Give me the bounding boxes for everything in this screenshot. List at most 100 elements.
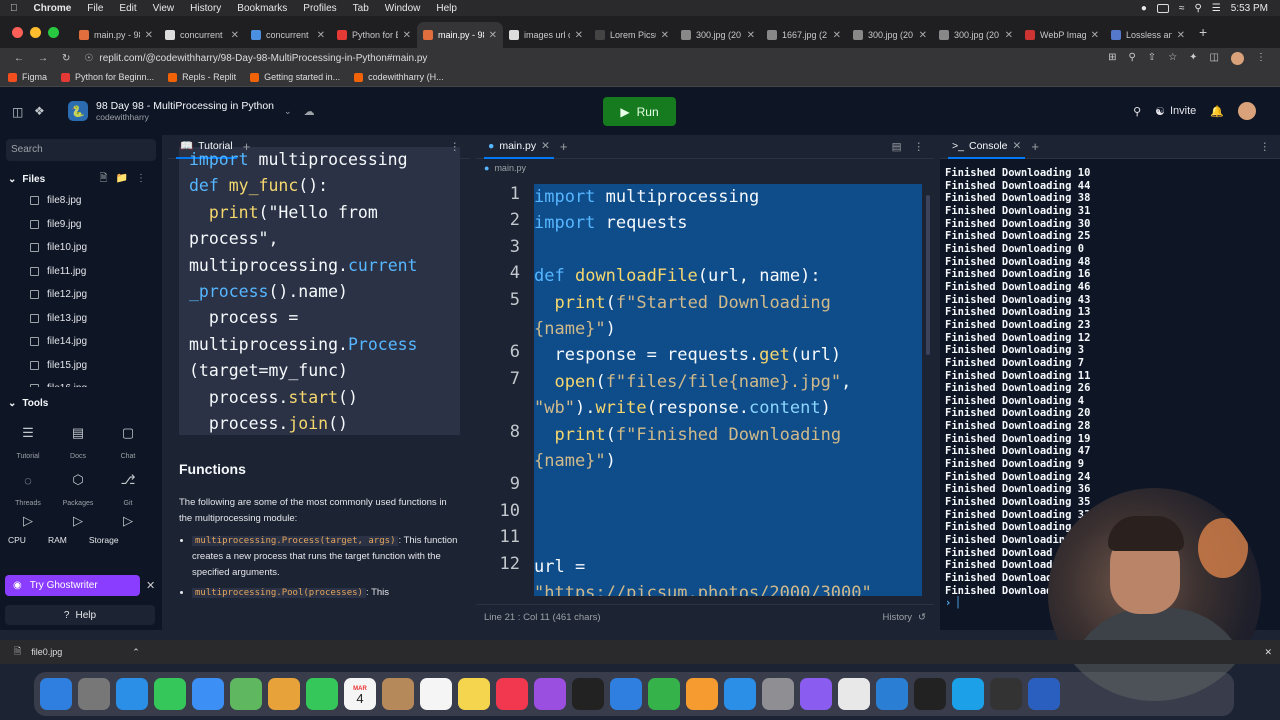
profile-avatar[interactable]	[1231, 51, 1244, 65]
reload-icon[interactable]: ↻	[62, 53, 70, 64]
close-icon[interactable]: ✕	[575, 30, 583, 41]
close-icon[interactable]: ✕	[919, 30, 927, 41]
menu-tab[interactable]: Tab	[353, 3, 369, 14]
install-icon[interactable]: ⊞	[1108, 52, 1116, 65]
menu-profiles[interactable]: Profiles	[303, 3, 336, 14]
bookmark-item[interactable]: Repls - Replit	[168, 72, 236, 82]
close-icon[interactable]: ✕	[747, 30, 755, 41]
back-icon[interactable]: ←	[14, 53, 24, 64]
pane-menu-icon[interactable]: ⋮	[1260, 141, 1271, 153]
run-tool[interactable]: ▷	[3, 513, 53, 529]
file-tree-item[interactable]: file13.jpg	[0, 307, 162, 331]
bookmark-star-icon[interactable]: ☆	[1168, 52, 1177, 65]
share-icon[interactable]: ⇧	[1148, 52, 1156, 65]
chrome-icon[interactable]	[838, 678, 870, 710]
run-button[interactable]: ▶ Run	[603, 97, 676, 126]
browser-tab[interactable]: concurrent ✕	[159, 22, 245, 48]
menu-app-name[interactable]: Chrome	[34, 3, 72, 14]
numbers-icon[interactable]	[648, 678, 680, 710]
file-tree-item[interactable]: file14.jpg	[0, 330, 162, 354]
chevron-up-icon[interactable]: ⌃	[132, 647, 140, 658]
add-tab-button[interactable]: +	[1031, 139, 1039, 154]
menubar-clock[interactable]: 5:53 PM	[1231, 3, 1268, 14]
calendar-icon[interactable]: MAR 4	[344, 678, 376, 710]
menu-file[interactable]: File	[87, 3, 103, 14]
zoom-window-button[interactable]	[48, 26, 59, 38]
safari-icon[interactable]	[116, 678, 148, 710]
zoom-icon[interactable]: ⚲	[1128, 52, 1135, 65]
bookmark-item[interactable]: Getting started in...	[250, 72, 340, 82]
close-icon[interactable]: ✕	[489, 30, 497, 41]
tool-git[interactable]: ⎇ Git	[103, 466, 153, 507]
format-icon[interactable]: ▤	[892, 141, 902, 153]
tool-threads[interactable]: ◌ Threads	[3, 466, 53, 508]
close-icon[interactable]: ✕	[403, 30, 411, 41]
mail-icon[interactable]	[192, 678, 224, 710]
shell-tool[interactable]: ▷	[103, 513, 153, 529]
minimize-window-button[interactable]	[30, 26, 41, 38]
breadcrumb-file[interactable]: main.py	[494, 163, 526, 173]
tab-main-py[interactable]: ● main.py ✕	[484, 135, 554, 159]
code-editor[interactable]: 1 import multiprocessing 2 import reques…	[476, 184, 934, 596]
messages-icon[interactable]	[154, 678, 186, 710]
browser-tab[interactable]: 300.jpg (20 ✕	[675, 22, 761, 48]
browser-tab[interactable]: 300.jpg (20 ✕	[847, 22, 933, 48]
menu-window[interactable]: Window	[385, 3, 421, 14]
menu-view[interactable]: View	[153, 3, 175, 14]
status-wifi-icon[interactable]: ≈	[1179, 3, 1185, 14]
add-tab-button[interactable]: +	[560, 139, 568, 154]
files-section-header[interactable]: ⌄ Files 🗎📁⋮	[0, 169, 162, 189]
close-icon[interactable]: ✕	[1005, 30, 1013, 41]
photos-icon[interactable]	[268, 678, 300, 710]
tool-docs[interactable]: ▤ Docs	[53, 419, 103, 460]
menu-edit[interactable]: Edit	[119, 3, 136, 14]
close-icon[interactable]: ✕	[1264, 647, 1272, 658]
file-tree-item[interactable]: file12.jpg	[0, 283, 162, 307]
replit-logo-icon[interactable]: ❖	[34, 104, 45, 118]
try-ghostwriter-button[interactable]: ◉ Try Ghostwriter	[5, 575, 140, 596]
bookmark-item[interactable]: Python for Beginn...	[61, 72, 154, 82]
keynote-icon[interactable]	[610, 678, 642, 710]
file-actions-icons[interactable]: 🗎📁⋮	[100, 171, 155, 188]
tool-chat[interactable]: ▢ Chat	[103, 419, 153, 460]
browser-tab[interactable]: 300.jpg (20 ✕	[933, 22, 1019, 48]
help-button[interactable]: ? Help	[5, 605, 155, 625]
settings-icon[interactable]	[762, 678, 794, 710]
status-record-icon[interactable]: ●	[1141, 3, 1147, 14]
close-icon[interactable]: ✕	[661, 30, 669, 41]
reminders-icon[interactable]	[420, 678, 452, 710]
search-input[interactable]: Search	[6, 139, 156, 161]
pane-menu-icon[interactable]: ⋮	[914, 141, 925, 153]
invite-button[interactable]: ☯ Invite	[1155, 105, 1196, 118]
tool-tutorial[interactable]: ☰ Tutorial	[3, 419, 53, 460]
file-tree-item[interactable]: file9.jpg	[0, 213, 162, 237]
extensions-icon[interactable]: ✦	[1189, 52, 1197, 65]
close-window-button[interactable]	[12, 26, 23, 38]
status-display-icon[interactable]	[1156, 3, 1169, 13]
browser-tab[interactable]: main.py - 98 ✕	[73, 22, 159, 48]
editor-scrollbar[interactable]	[926, 195, 930, 355]
database-tool[interactable]: ▷	[53, 513, 103, 529]
vscode-icon[interactable]	[876, 678, 908, 710]
feedback-icon[interactable]	[800, 678, 832, 710]
editor-actions[interactable]: ▤ ⋮	[892, 141, 924, 153]
browser-tab[interactable]: images url c ✕	[503, 22, 589, 48]
tools-section-header[interactable]: ⌄ Tools	[0, 393, 162, 413]
launchpad-icon[interactable]	[78, 678, 110, 710]
sidebar-toggle-icon[interactable]: ◫	[12, 105, 23, 119]
file-tree-item[interactable]: file11.jpg	[0, 260, 162, 284]
appstore-icon[interactable]	[724, 678, 756, 710]
close-icon[interactable]: ✕	[833, 30, 841, 41]
close-icon[interactable]: ✕	[1013, 140, 1022, 152]
downloaded-file[interactable]: file0.jpg	[31, 647, 62, 657]
cursor-position[interactable]: Line 21 : Col 11 (461 chars)	[484, 612, 601, 623]
forward-icon[interactable]: →	[38, 53, 48, 64]
repl-title-block[interactable]: 98 Day 98 - MultiProcessing in Python co…	[96, 100, 274, 122]
browser-tab[interactable]: Lossless an ✕	[1105, 22, 1191, 48]
history-button[interactable]: History ↺	[882, 612, 926, 623]
new-tab-button[interactable]: +	[1199, 24, 1207, 40]
notifications-icon[interactable]: 🔔	[1210, 105, 1224, 118]
sidepanel-icon[interactable]: ◫	[1210, 52, 1219, 65]
user-avatar[interactable]	[1238, 102, 1256, 120]
browser-tab[interactable]: Python for B ✕	[331, 22, 417, 48]
